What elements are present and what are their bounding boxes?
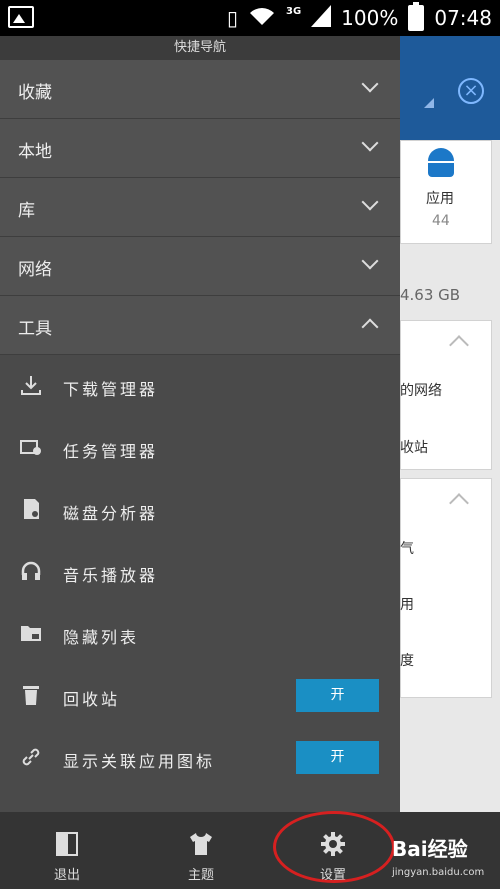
tool-partial-row[interactable] <box>0 789 400 812</box>
task-manager-icon <box>20 440 41 455</box>
battery-percent: 100% <box>341 6 399 30</box>
chevron-down-icon <box>361 75 379 93</box>
dropdown-triangle-icon <box>424 98 434 108</box>
theme-button[interactable]: 主题 <box>134 812 268 889</box>
tool-task-manager[interactable]: 任务管理器 <box>0 417 400 479</box>
locked-folder-icon <box>21 626 41 641</box>
tool-disk-analyzer[interactable]: 磁盘分析器 <box>0 479 400 541</box>
section-label: 网络 <box>18 260 52 280</box>
tool-label: 回收站 <box>63 690 121 709</box>
headphones-icon <box>21 561 41 580</box>
bg-row: 收站 <box>400 440 428 456</box>
chevron-down-icon <box>361 252 379 270</box>
theme-label: 主题 <box>187 868 214 883</box>
tshirt-icon <box>190 833 212 855</box>
close-circle-icon[interactable]: × <box>458 78 484 104</box>
section-favorites[interactable]: 收藏 <box>0 60 400 119</box>
exit-button[interactable]: 退出 <box>0 812 134 889</box>
apps-card-count: 44 <box>432 213 450 229</box>
tool-label: 音乐播放器 <box>63 566 159 585</box>
apps-card-label: 应用 <box>426 191 454 207</box>
exit-label: 退出 <box>53 868 80 883</box>
exit-icon <box>56 832 78 856</box>
download-icon <box>21 376 41 395</box>
tool-label: 显示关联应用图标 <box>63 752 216 771</box>
status-bar: ▯ 3G 100% 07:48 <box>0 0 500 36</box>
wifi-icon <box>248 5 276 32</box>
bg-row: 气 <box>400 541 414 557</box>
storage-size: 4.63 GB <box>400 286 461 304</box>
bg-row: 度 <box>400 653 414 669</box>
drawer-title: 快捷导航 <box>0 36 400 60</box>
section-network[interactable]: 网络 <box>0 237 400 296</box>
section-label: 工具 <box>18 319 52 339</box>
bg-row: 用 <box>400 597 414 613</box>
tool-label: 任务管理器 <box>63 442 159 461</box>
tool-download-manager[interactable]: 下载管理器 <box>0 355 400 417</box>
signal-icon <box>311 4 332 32</box>
section-label: 库 <box>18 201 35 221</box>
tool-label: 隐藏列表 <box>63 628 140 647</box>
vibrate-icon: ▯ <box>226 6 238 30</box>
bg-row: 的网络 <box>400 383 442 399</box>
section-library[interactable]: 库 <box>0 178 400 237</box>
tool-hidden-list[interactable]: 隐藏列表 <box>0 603 400 665</box>
clock: 07:48 <box>434 6 492 30</box>
watermark-logo: Bai经验 <box>392 837 468 861</box>
tool-music-player[interactable]: 音乐播放器 <box>0 541 400 603</box>
tool-label: 磁盘分析器 <box>63 504 159 523</box>
section-label: 本地 <box>18 142 52 162</box>
chevron-down-icon <box>361 134 379 152</box>
tool-label: 下载管理器 <box>63 380 159 399</box>
tool-recycle-bin[interactable]: 回收站 开 <box>0 665 400 727</box>
section-local[interactable]: 本地 <box>0 119 400 178</box>
recycle-bin-toggle[interactable]: 开 <box>296 679 379 712</box>
battery-icon <box>408 2 425 31</box>
sd-card-icon <box>24 499 39 519</box>
android-icon <box>428 148 454 178</box>
section-tools[interactable]: 工具 <box>0 296 400 355</box>
show-app-icons-toggle[interactable]: 开 <box>296 741 379 774</box>
network-type: 3G <box>286 5 302 17</box>
gallery-icon <box>8 6 34 28</box>
trash-icon <box>23 686 39 705</box>
watermark-url: jingyan.baidu.com <box>392 867 485 878</box>
chevron-up-icon <box>361 318 379 336</box>
red-circle-annotation <box>273 811 395 883</box>
link-icon <box>22 748 40 766</box>
section-label: 收藏 <box>18 83 52 103</box>
navigation-drawer: 快捷导航 收藏 本地 库 网络 工具 下载管理器 任务管理器 磁盘分析器 音乐播… <box>0 36 400 812</box>
tool-show-app-icons[interactable]: 显示关联应用图标 开 <box>0 727 400 789</box>
chevron-down-icon <box>361 193 379 211</box>
